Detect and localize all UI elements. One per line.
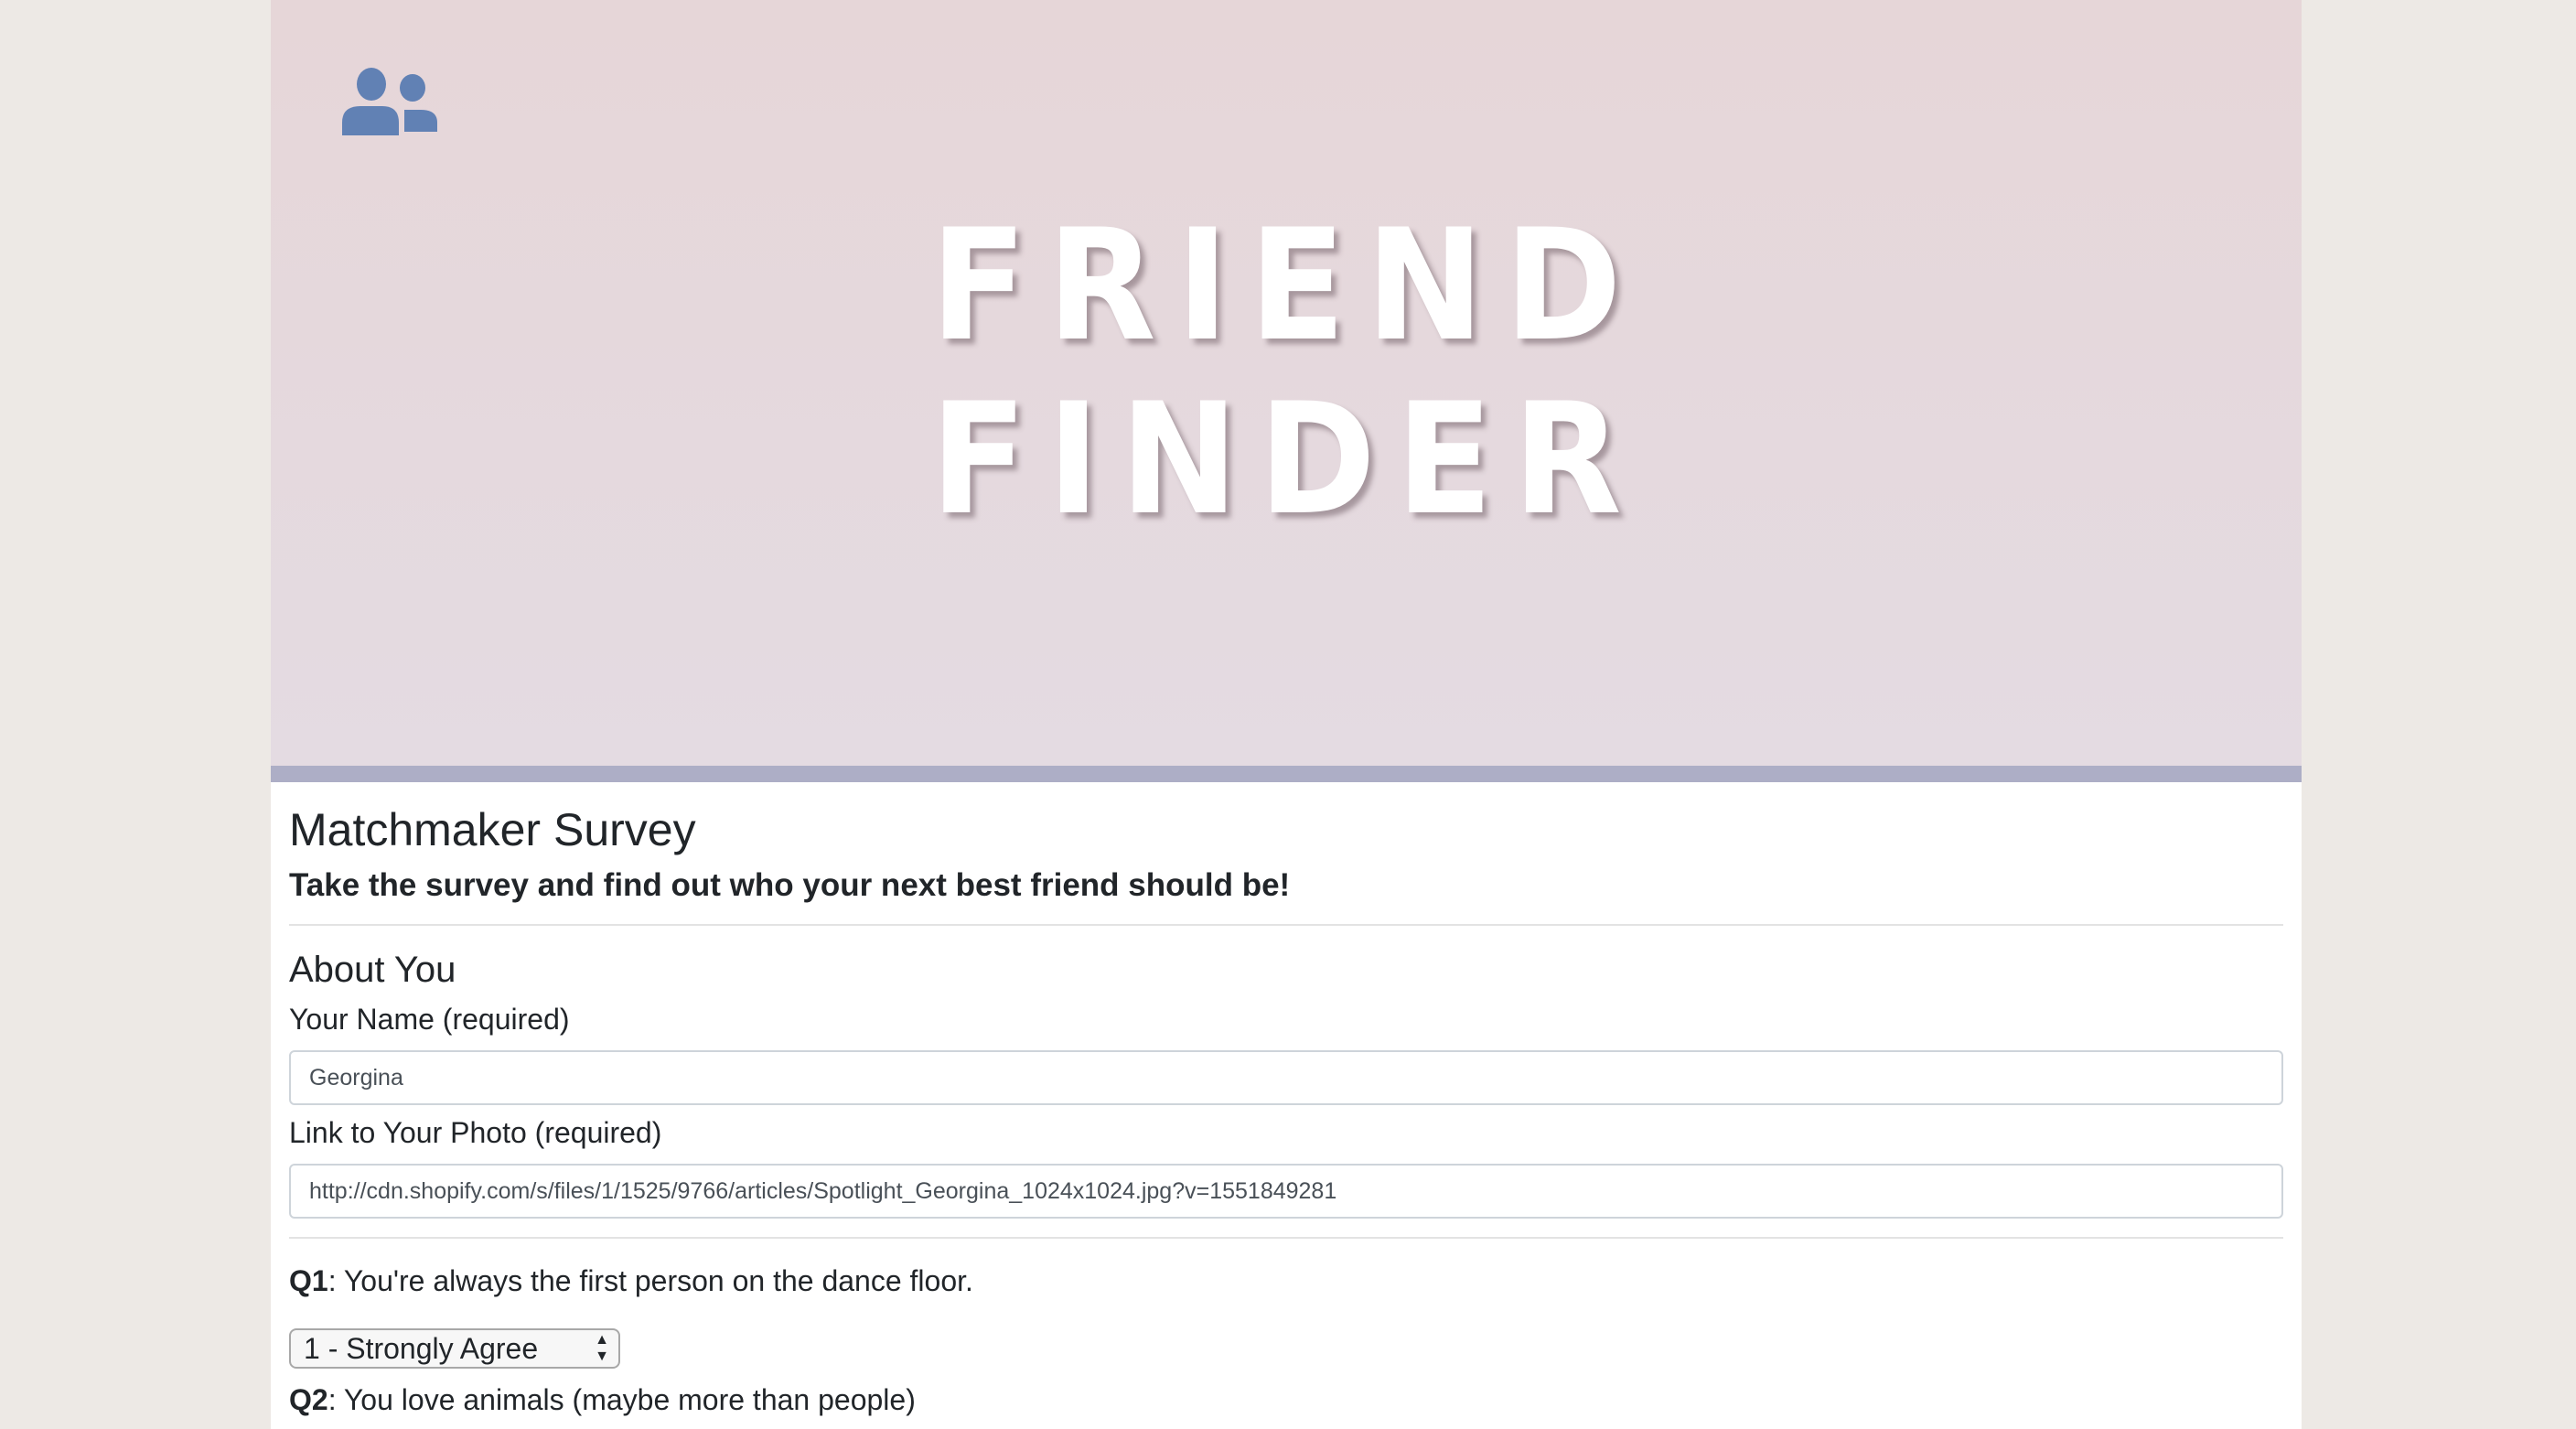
divider-stripe <box>271 766 2302 782</box>
question-2: Q2: You love animals (maybe more than pe… <box>289 1376 2283 1424</box>
question-number: Q1 <box>289 1264 328 1297</box>
photo-input[interactable]: http://cdn.shopify.com/s/files/1/1525/97… <box>289 1164 2283 1219</box>
banner-title-line2: FINDER <box>930 370 1642 549</box>
question-number: Q2 <box>289 1383 328 1416</box>
page-title: Matchmaker Survey <box>289 804 696 855</box>
survey-form: Matchmaker Survey Take the survey and fi… <box>289 794 2283 1424</box>
name-label: Your Name (required) <box>289 1003 570 1036</box>
page-subtitle: Take the survey and find out who your ne… <box>289 867 1291 903</box>
question-text: : You're always the first person on the … <box>327 1264 973 1297</box>
question-1: Q1: You're always the first person on th… <box>289 1257 2283 1305</box>
divider <box>289 1237 2283 1239</box>
banner-title-line1: FRIEND <box>930 196 1642 375</box>
name-input[interactable]: Georgina <box>289 1050 2283 1105</box>
select-arrows-icon: ▲ ▼ <box>595 1332 609 1364</box>
selected-option: 1 - Strongly Agree <box>304 1332 539 1365</box>
hero-banner: FRIEND FINDER <box>271 0 2302 766</box>
question-1-select[interactable]: 1 - Strongly Agree ▲ ▼ <box>289 1328 620 1369</box>
divider <box>289 924 2283 926</box>
page-panel: FRIEND FINDER Matchmaker Survey Take the… <box>271 0 2302 1429</box>
question-text: : You love animals (maybe more than peop… <box>327 1383 916 1416</box>
photo-label: Link to Your Photo (required) <box>289 1116 662 1149</box>
users-icon <box>342 68 437 135</box>
section-heading: About You <box>289 950 456 990</box>
